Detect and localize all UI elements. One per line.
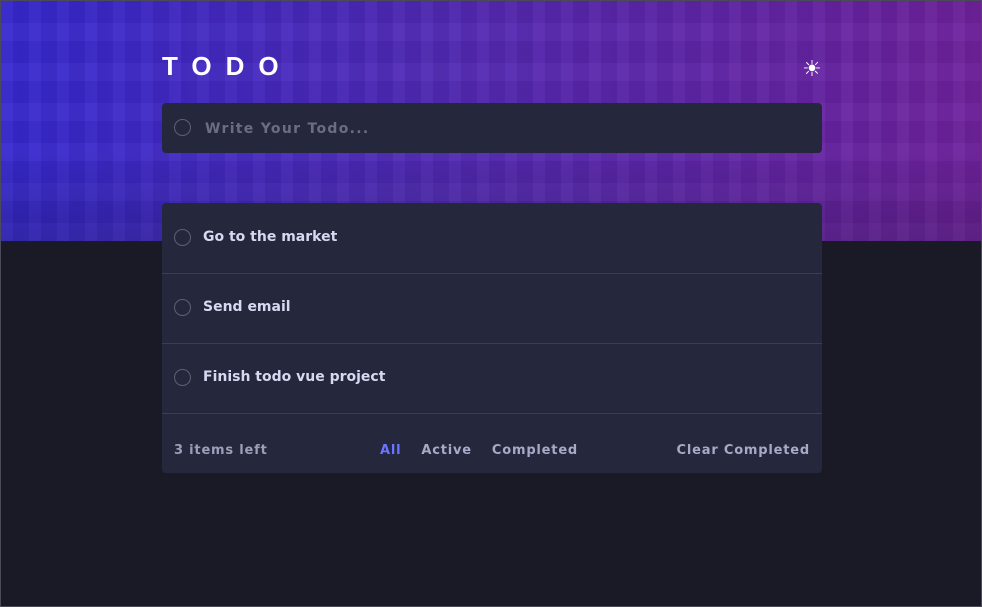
filter-active-button[interactable]: Active bbox=[421, 443, 472, 458]
todo-list-card: Go to the market Send email Finish todo … bbox=[162, 203, 822, 473]
todo-item[interactable]: Send email bbox=[162, 273, 822, 344]
items-left-count: 3 items left bbox=[174, 443, 268, 458]
todo-label: Send email bbox=[203, 299, 291, 315]
new-todo-card bbox=[162, 103, 822, 153]
todo-item[interactable]: Finish todo vue project bbox=[162, 343, 822, 414]
todo-item[interactable]: Go to the market bbox=[162, 203, 822, 274]
filter-all-button[interactable]: All bbox=[380, 443, 401, 458]
filter-completed-button[interactable]: Completed bbox=[492, 443, 578, 458]
todo-footer: 3 items left All Active Completed Clear … bbox=[162, 413, 822, 473]
todo-checkbox-icon[interactable] bbox=[174, 369, 191, 386]
app-frame: TODO ☀ Go to the market Send email Finis… bbox=[0, 0, 982, 607]
app-title: TODO bbox=[162, 51, 293, 81]
todo-label: Finish todo vue project bbox=[203, 369, 386, 385]
theme-toggle-glyph: ☀ bbox=[802, 56, 822, 82]
filter-group: All Active Completed bbox=[380, 443, 578, 458]
todo-input[interactable] bbox=[203, 115, 807, 143]
todo-checkbox-icon[interactable] bbox=[174, 299, 191, 316]
new-todo-checkbox-icon[interactable] bbox=[174, 119, 191, 136]
clear-completed-button[interactable]: Clear Completed bbox=[677, 443, 810, 458]
todo-checkbox-icon[interactable] bbox=[174, 229, 191, 246]
todo-label: Go to the market bbox=[203, 229, 338, 245]
sun-icon[interactable]: ☀ bbox=[800, 56, 824, 82]
